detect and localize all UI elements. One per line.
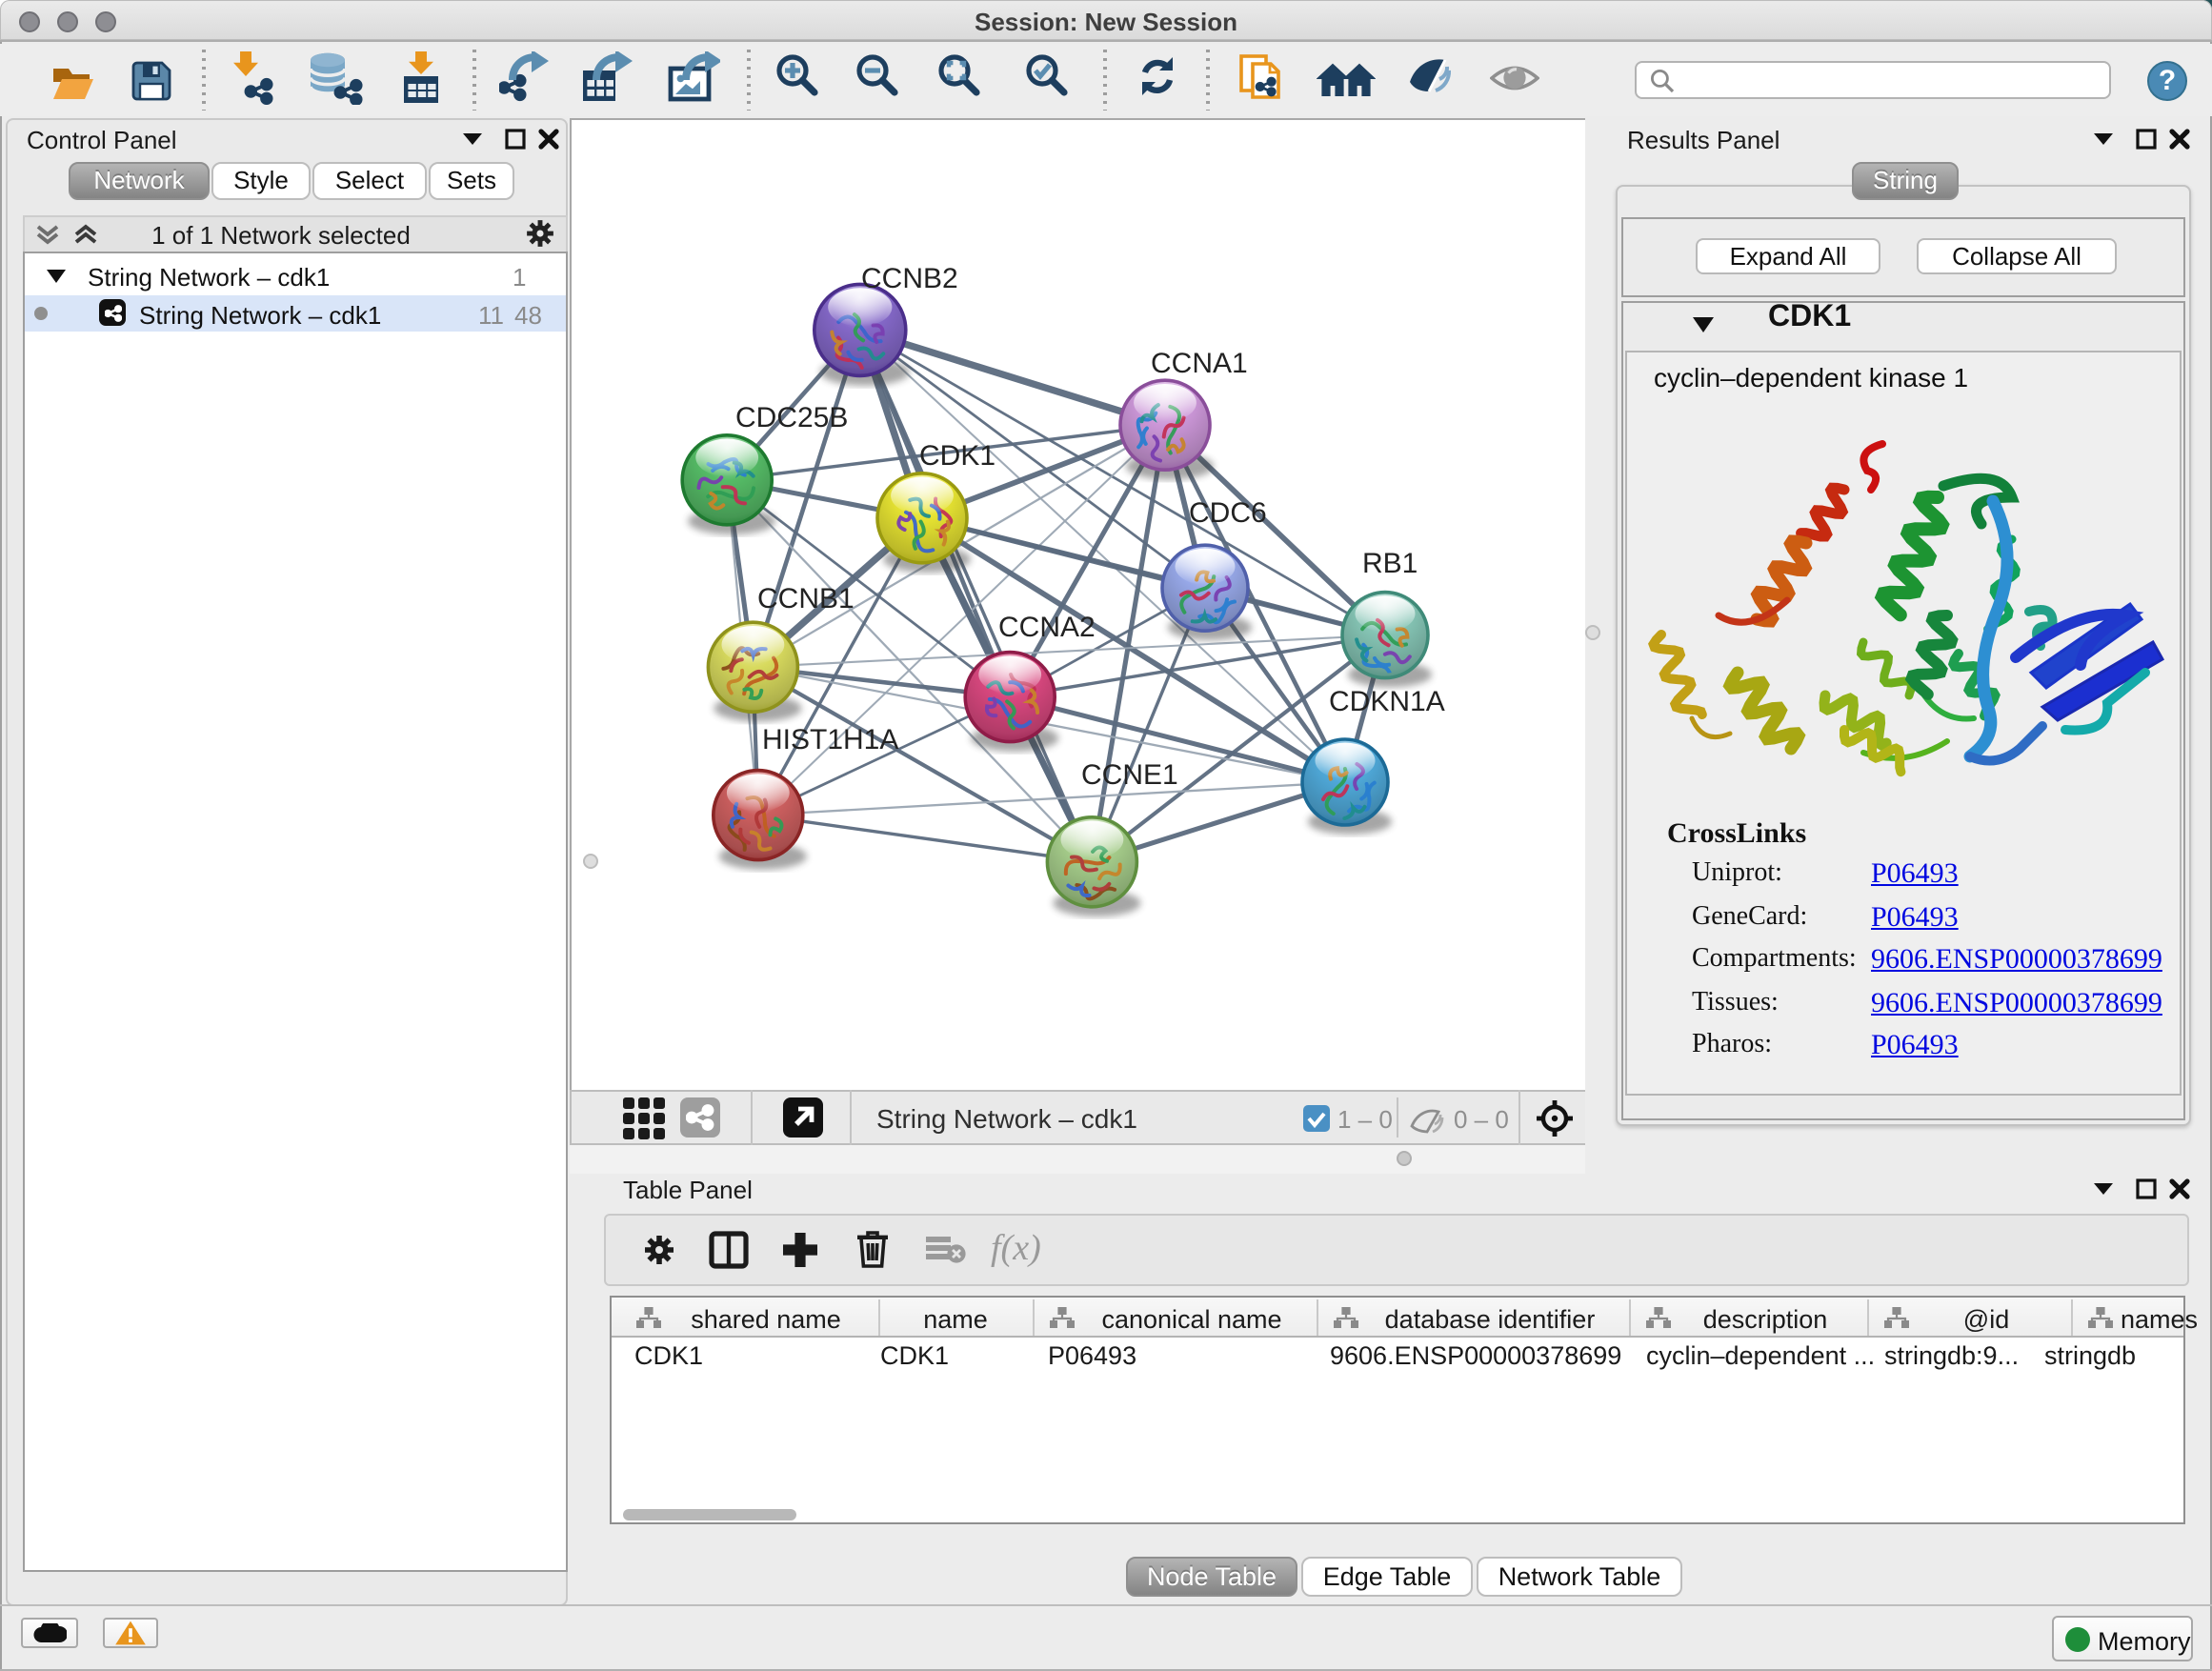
svg-text:RB1: RB1: [1362, 548, 1418, 579]
svg-text:CDC6: CDC6: [1189, 497, 1267, 529]
svg-text:CCNA1: CCNA1: [1151, 348, 1248, 379]
svg-text:CCNB2: CCNB2: [861, 263, 958, 294]
svg-text:CCNA2: CCNA2: [998, 612, 1096, 643]
svg-text:CCNE1: CCNE1: [1081, 759, 1178, 791]
svg-text:CCNB1: CCNB1: [757, 583, 855, 614]
svg-text:CDC25B: CDC25B: [735, 402, 848, 433]
svg-text:CDKN1A: CDKN1A: [1329, 686, 1445, 717]
svg-text:CDK1: CDK1: [919, 440, 995, 472]
svg-text:HIST1H1A: HIST1H1A: [762, 724, 898, 755]
